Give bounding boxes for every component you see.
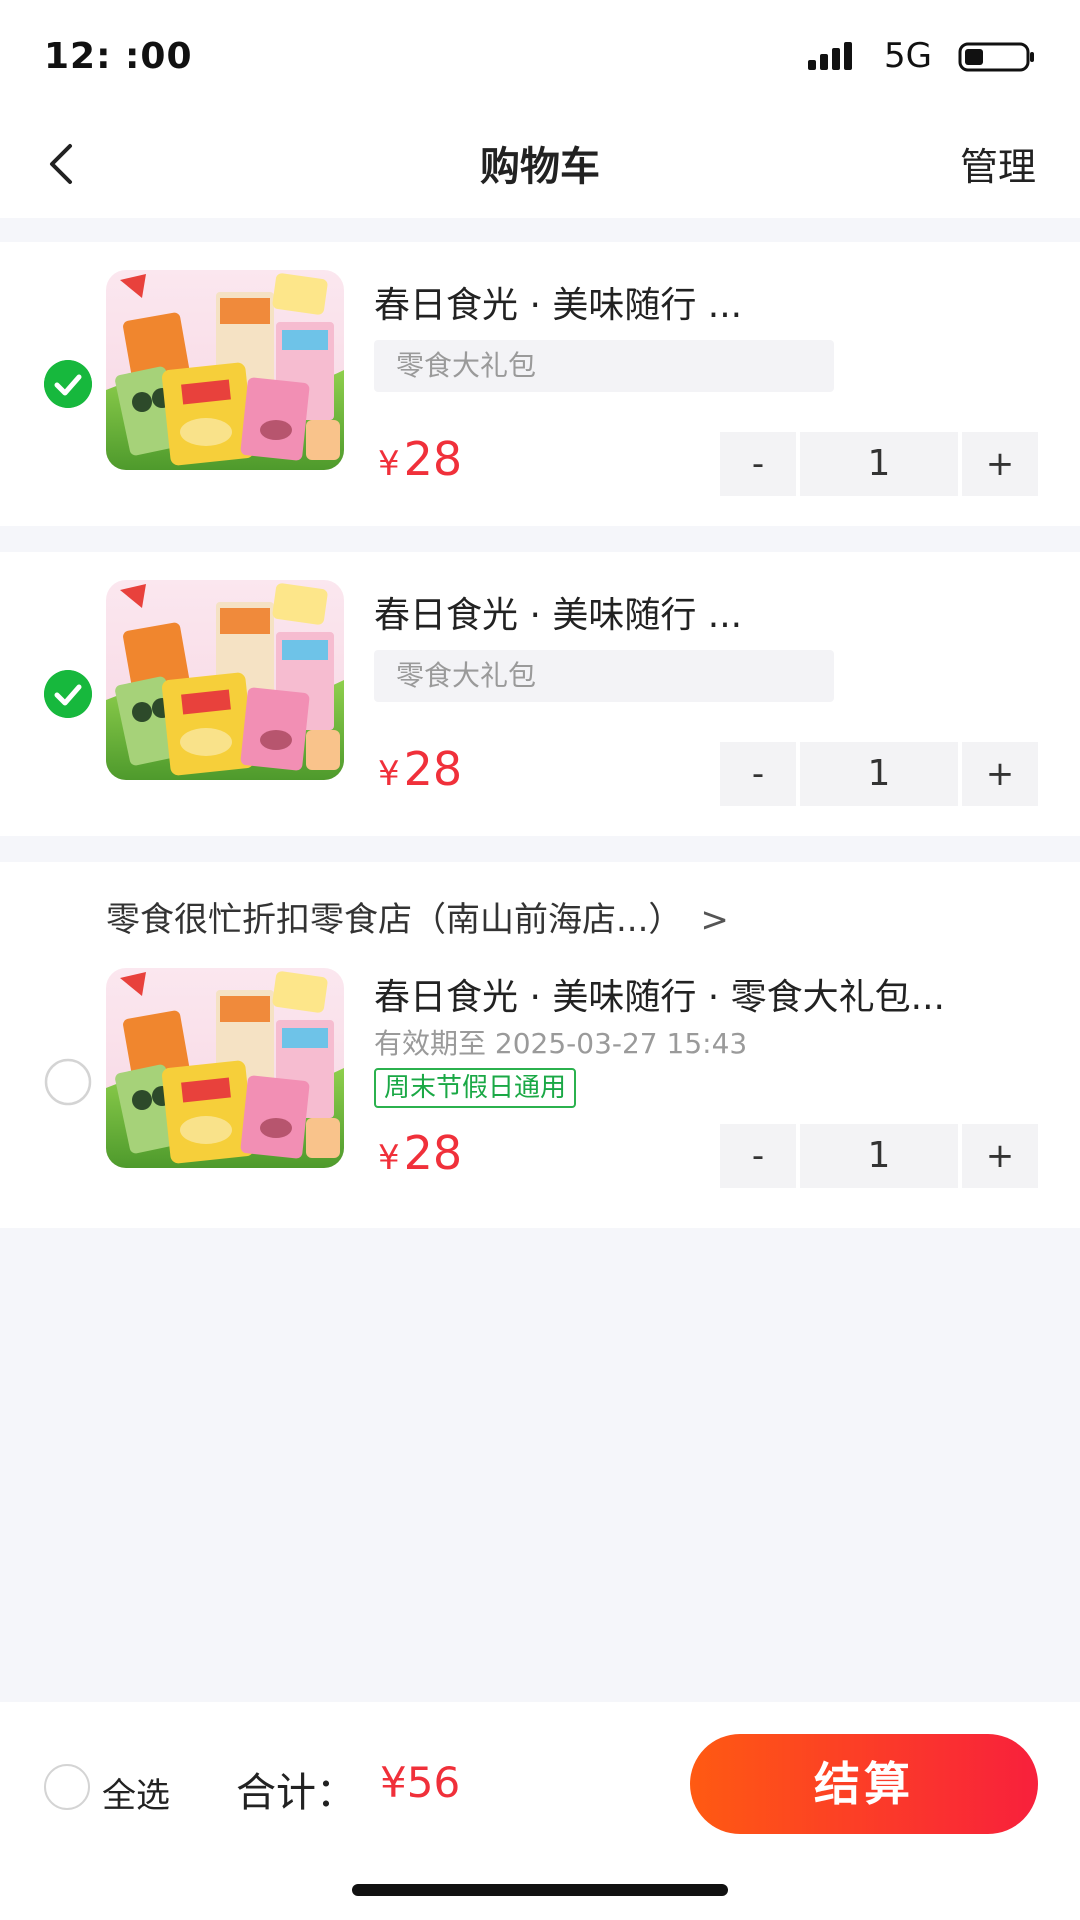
decrease-button[interactable]: - [720, 432, 796, 496]
nav-bar: 购物车 管理 [0, 110, 1080, 218]
check-circle-icon[interactable] [44, 360, 92, 408]
total-price: ¥56 [380, 1758, 461, 1807]
product-spec[interactable]: 零食大礼包 [374, 650, 834, 702]
currency-symbol: ¥ [378, 1138, 400, 1178]
product-title[interactable]: 春日食光 · 美味随行 · 零食大礼包... [374, 968, 945, 1020]
decrease-button[interactable]: - [720, 742, 796, 806]
quantity-value[interactable]: 1 [800, 1124, 958, 1188]
checkout-button[interactable]: 结算 [690, 1734, 1038, 1834]
select-all-label[interactable]: 全选 [102, 1768, 170, 1817]
check-circle-icon[interactable] [44, 670, 92, 718]
signal-bars-icon [808, 42, 852, 70]
checkout-bar: 全选 合计： ¥56 结算 [0, 1702, 1080, 1920]
quantity-value[interactable]: 1 [800, 432, 958, 496]
manage-button[interactable]: 管理 [960, 136, 1036, 191]
home-indicator[interactable] [352, 1884, 728, 1896]
product-image[interactable] [106, 968, 344, 1168]
quantity-stepper: - 1 + [720, 742, 1038, 806]
product-title[interactable]: 春日食光 · 美味随行 ... [374, 586, 742, 638]
product-price: ¥28 [378, 742, 462, 796]
network-label: 5G [884, 36, 932, 76]
store-section: 零食很忙折扣零食店（南山前海店...） > 春日食光 · 美味随行 · 零食大礼包… [0, 862, 1080, 1228]
price-value: 28 [403, 742, 463, 796]
currency-symbol: ¥ [378, 754, 400, 794]
cart-item-card: 春日食光 · 美味随行 ... 零食大礼包 ¥28 - 1 + [0, 242, 1080, 526]
status-time: 12: :00 [44, 36, 193, 77]
currency-symbol: ¥ [378, 444, 400, 484]
increase-button[interactable]: + [962, 432, 1038, 496]
usage-tag: 周末节假日通用 [374, 1068, 577, 1108]
price-value: 28 [403, 1126, 463, 1180]
product-title[interactable]: 春日食光 · 美味随行 ... [374, 276, 742, 328]
product-image[interactable] [106, 580, 344, 780]
product-image[interactable] [106, 270, 344, 470]
price-value: 28 [403, 432, 463, 486]
page-title: 购物车 [480, 144, 600, 190]
battery-icon [958, 42, 1034, 72]
total-label: 合计： [236, 1770, 356, 1816]
product-price: ¥28 [378, 1126, 462, 1180]
store-link[interactable]: 零食很忙折扣零食店（南山前海店...） > [106, 892, 729, 941]
increase-button[interactable]: + [962, 742, 1038, 806]
cart-item-card: 春日食光 · 美味随行 ... 零食大礼包 ¥28 - 1 + [0, 552, 1080, 836]
status-bar: 12: :00 5G [0, 0, 1080, 110]
expiry-date: 有效期至 2025-03-27 15:43 [374, 1027, 748, 1060]
product-price: ¥28 [378, 432, 462, 486]
quantity-stepper: - 1 + [720, 1124, 1038, 1188]
product-spec[interactable]: 零食大礼包 [374, 340, 834, 392]
empty-circle-icon[interactable] [44, 1058, 92, 1106]
chevron-right-icon: > [700, 900, 729, 940]
select-all-radio[interactable] [44, 1764, 90, 1810]
decrease-button[interactable]: - [720, 1124, 796, 1188]
quantity-value[interactable]: 1 [800, 742, 958, 806]
quantity-stepper: - 1 + [720, 432, 1038, 496]
store-name: 零食很忙折扣零食店（南山前海店...） [106, 900, 683, 940]
increase-button[interactable]: + [962, 1124, 1038, 1188]
